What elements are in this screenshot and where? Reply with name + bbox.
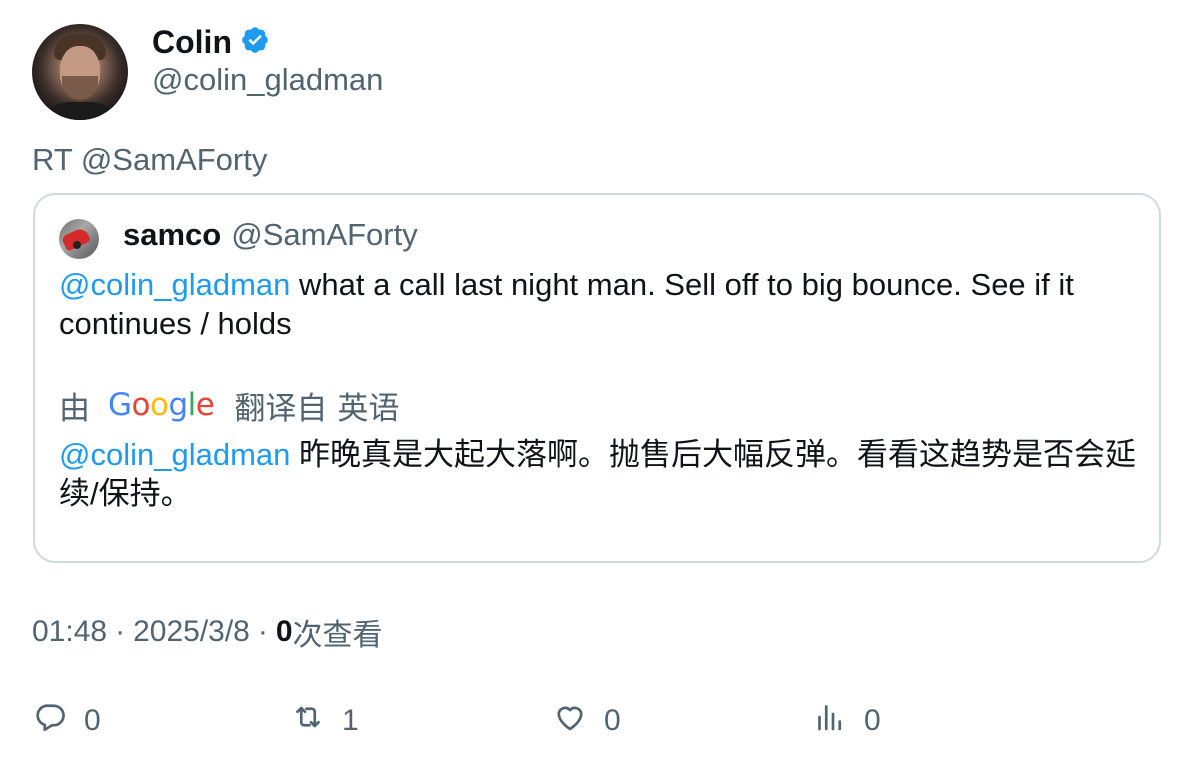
quoted-tweet-header: samco @SamAForty: [123, 215, 418, 255]
views-button[interactable]: 0: [812, 700, 881, 742]
views-action-count: 0: [864, 704, 881, 737]
reply-icon: [32, 699, 68, 743]
translated-from-label: 翻译自: [234, 390, 328, 426]
translation-attribution: 由 Google 翻译自 英语: [59, 385, 400, 426]
like-button[interactable]: 0: [552, 700, 621, 742]
source-language-label: 英语: [337, 390, 400, 426]
tweet-date[interactable]: 2025/3/8: [133, 615, 250, 649]
author-name[interactable]: Colin: [152, 24, 232, 61]
google-logo-icon: Google: [108, 387, 215, 423]
quoted-tweet-text: @colin_gladman what a call last night ma…: [59, 265, 1139, 343]
heart-icon: [552, 699, 588, 743]
views-label: 次查看: [292, 619, 383, 652]
quoted-author-avatar[interactable]: [59, 219, 99, 259]
reply-button[interactable]: 0: [32, 700, 101, 742]
like-count: 0: [604, 704, 621, 737]
retweet-label: RT @SamAForty: [32, 142, 268, 177]
retweet-button[interactable]: 1: [290, 700, 359, 742]
translated-by-label: 由: [59, 390, 90, 426]
verified-badge-icon: [240, 25, 270, 60]
quoted-author-name[interactable]: samco: [123, 217, 221, 253]
tweet-meta: 01:48 · 2025/3/8 · 0 次查看: [32, 612, 383, 652]
author-name-row: Colin: [152, 22, 270, 62]
translated-text: @colin_gladman 昨晚真是大起大落啊。抛售后大幅反弹。看看这趋势是否…: [59, 435, 1149, 513]
quoted-tweet-card[interactable]: samco @SamAForty @colin_gladman what a c…: [33, 193, 1161, 563]
quoted-author-handle[interactable]: @SamAForty: [231, 217, 418, 253]
views-count: 0: [275, 615, 293, 648]
retweet-icon: [290, 699, 326, 743]
author-handle[interactable]: @colin_gladman: [152, 62, 383, 98]
reply-count: 0: [84, 704, 101, 737]
analytics-icon: [812, 699, 848, 743]
tweet-time[interactable]: 01:48: [32, 615, 107, 649]
translated-mention-link[interactable]: @colin_gladman: [59, 437, 290, 472]
author-avatar[interactable]: [32, 24, 128, 120]
retweet-count: 1: [342, 704, 359, 737]
mention-link[interactable]: @colin_gladman: [59, 267, 290, 302]
